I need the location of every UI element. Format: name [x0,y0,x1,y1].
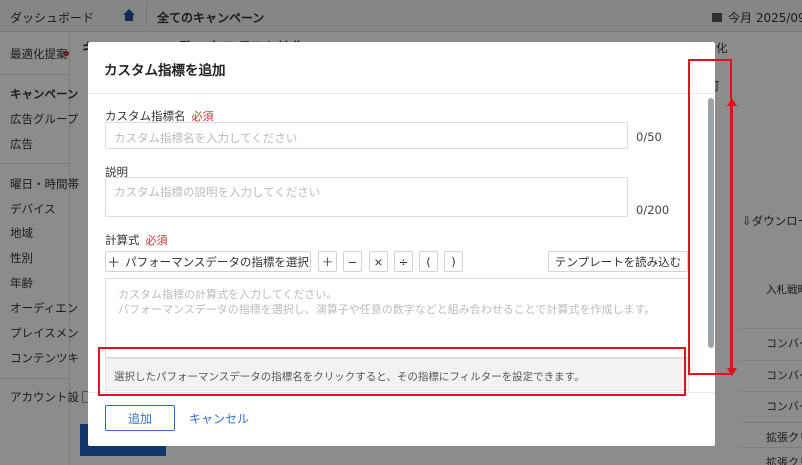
filter-hint: 選択したパフォーマンスデータの指標名をクリックすると、その指標にフィルターを設定… [105,358,689,391]
cancel-button[interactable]: キャンセル [189,410,249,427]
dialog-scrollbar-thumb[interactable] [708,98,714,348]
metric-name-counter: 0/50 [636,130,662,144]
operator-multiply-button[interactable]: × [369,251,388,272]
required-badge: 必須 [145,234,168,247]
dialog-footer: 追加 キャンセル [88,392,715,446]
dialog-title: カスタム指標を追加 [104,63,226,79]
add-button[interactable]: 追加 [105,405,175,431]
custom-metric-dialog: カスタム指標を追加 カスタム指標名必須 カスタム指標名を入力してください 0/5… [88,42,715,446]
formula-placeholder-line: パフォーマンスデータの指標を選択し、演算子や任意の数字などと組み合わせることで計… [118,303,656,316]
close-paren-button[interactable]: ) [444,251,463,272]
annotation-arrow-line [731,104,733,372]
dialog-header: カスタム指標を追加 [88,42,715,94]
select-metric-button[interactable]: ＋ パフォーマンスデータの指標を選択 [105,251,311,272]
arrow-up-icon [727,98,737,106]
description-counter: 0/200 [636,203,670,217]
metric-name-input[interactable]: カスタム指標名を入力してください [105,122,628,149]
description-placeholder: カスタム指標の説明を入力してください [114,185,321,199]
formula-label-text: 計算式 [105,233,140,247]
metric-name-label-text: カスタム指標名 [105,109,186,123]
formula-placeholder-line: カスタム指標の計算式を入力してください。 [118,288,338,301]
formula-textarea[interactable]: カスタム指標の計算式を入力してください。 パフォーマンスデータの指標を選択し、演… [105,278,689,358]
load-template-button[interactable]: テンプレートを読み込む [548,251,688,272]
operator-divide-button[interactable]: ÷ [394,251,413,272]
operator-minus-button[interactable]: − [343,251,362,272]
description-textarea[interactable]: カスタム指標の説明を入力してください [105,177,628,217]
arrow-down-icon [727,368,737,376]
metric-name-placeholder: カスタム指標名を入力してください [114,131,298,145]
plus-icon: ＋ [107,256,121,271]
operator-plus-button[interactable]: ＋ [318,251,337,272]
formula-label: 計算式 必須 [105,232,168,248]
select-metric-label: パフォーマンスデータの指標を選択 [125,254,309,269]
open-paren-button[interactable]: ( [419,251,438,272]
